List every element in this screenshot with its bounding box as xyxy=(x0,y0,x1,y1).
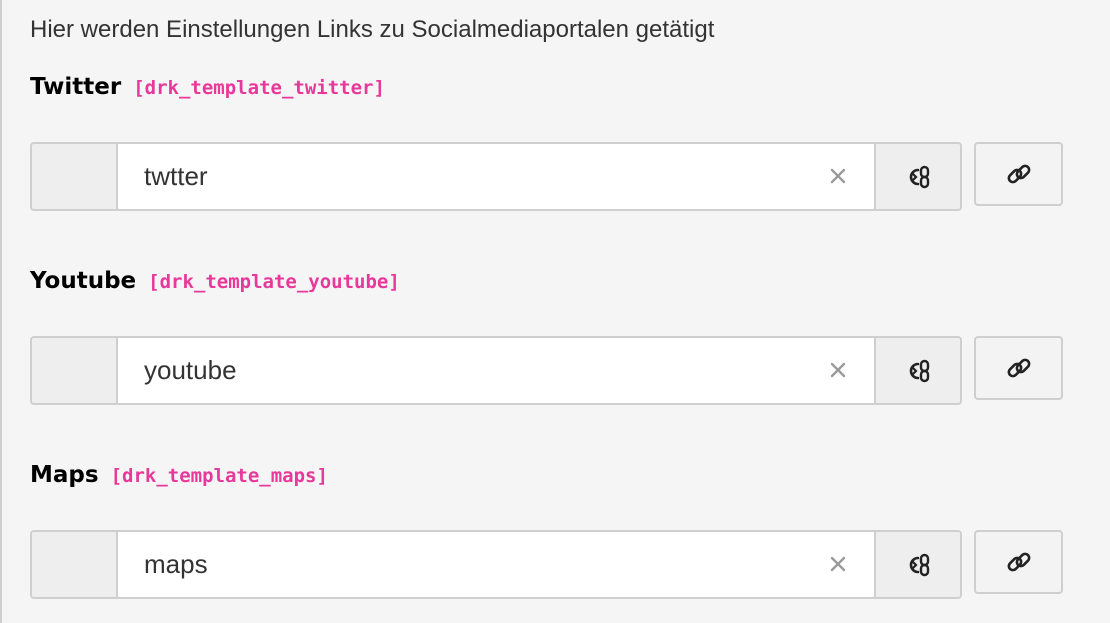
field-name: Maps xyxy=(30,462,99,488)
youtube-input[interactable] xyxy=(118,338,874,403)
broken-link-icon xyxy=(874,144,960,209)
field-code: [drk_template_youtube] xyxy=(148,271,400,293)
social-links-panel: Hier werden Einstellungen Links zu Socia… xyxy=(0,0,1110,623)
link-icon xyxy=(1007,552,1030,572)
intro-text: Hier werden Einstellungen Links zu Socia… xyxy=(30,16,715,43)
field-label-youtube: Youtube [drk_template_youtube] xyxy=(30,268,400,294)
link-button[interactable] xyxy=(974,530,1063,594)
field-label-twitter: Twitter [drk_template_twitter] xyxy=(30,74,385,100)
link-button[interactable] xyxy=(974,336,1063,400)
twitter-input[interactable] xyxy=(118,144,874,209)
field-name: Youtube xyxy=(30,268,137,294)
link-icon xyxy=(1007,358,1030,378)
field-row-twitter xyxy=(30,142,1064,211)
field-code: [drk_template_twitter] xyxy=(133,77,385,99)
clear-icon[interactable] xyxy=(822,160,854,192)
field-name: Twitter xyxy=(30,74,122,100)
field-code: [drk_template_maps] xyxy=(110,465,328,487)
link-button[interactable] xyxy=(974,142,1063,206)
input-group xyxy=(30,142,962,211)
input-addon-left xyxy=(32,338,118,403)
broken-link-icon xyxy=(874,338,960,403)
clear-icon[interactable] xyxy=(822,354,854,386)
broken-link-icon xyxy=(874,532,960,597)
input-addon-left xyxy=(32,144,118,209)
field-label-maps: Maps [drk_template_maps] xyxy=(30,462,328,488)
input-group xyxy=(30,336,962,405)
clear-icon[interactable] xyxy=(822,548,854,580)
maps-input[interactable] xyxy=(118,532,874,597)
input-group xyxy=(30,530,962,599)
field-row-youtube xyxy=(30,336,1064,405)
input-addon-left xyxy=(32,532,118,597)
link-icon xyxy=(1007,164,1030,184)
field-row-maps xyxy=(30,530,1064,599)
